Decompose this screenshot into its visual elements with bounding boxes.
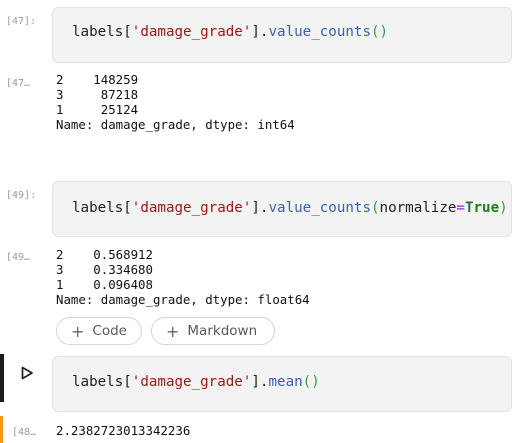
add-code-label: Code (92, 323, 127, 339)
code-string: 'damage_grade' (131, 200, 252, 216)
code-paren: ( (302, 374, 312, 390)
plus-icon: + (71, 321, 85, 341)
code-token: ]. (251, 200, 269, 216)
play-outline-icon[interactable] (20, 366, 34, 380)
output-marker (0, 416, 3, 443)
code-token: labels[ (72, 374, 132, 390)
cell-output: 2 148259 3 87218 1 25124 Name: damage_gr… (56, 72, 295, 132)
code-line[interactable]: labels['damage_grade'].value_counts() (72, 24, 388, 40)
code-method: mean (268, 374, 303, 390)
code-token: ]. (251, 374, 269, 390)
code-line[interactable]: labels['damage_grade'].value_counts(norm… (72, 200, 508, 216)
cell-prompt: [49]: (6, 190, 37, 201)
cell-output: 2 0.568912 3 0.334680 1 0.096408 Name: d… (56, 247, 310, 307)
code-token: labels[ (72, 200, 132, 216)
code-paren: ( (370, 200, 380, 216)
code-method: value_counts (268, 24, 371, 40)
output-prompt: [49… (6, 252, 31, 263)
code-line[interactable]: labels['damage_grade'].mean() (72, 374, 320, 390)
code-paren: ( (370, 24, 380, 40)
code-method: value_counts (268, 200, 371, 216)
add-code-cell-button[interactable]: + Code (56, 317, 142, 345)
plus-icon: + (166, 321, 180, 341)
selected-cell-indicator (0, 354, 4, 402)
code-token: labels[ (72, 24, 132, 40)
output-prompt: [48… (12, 427, 37, 438)
code-paren: ) (311, 374, 320, 390)
cell-prompt: [47]: (6, 16, 37, 27)
code-token: ]. (251, 24, 269, 40)
code-keyword: True (464, 200, 500, 216)
cell-output: 2.2382723013342236 (56, 423, 191, 438)
code-paren: ) (379, 24, 389, 40)
output-prompt: [47… (6, 78, 31, 89)
add-markdown-cell-button[interactable]: + Markdown (151, 317, 275, 345)
notebook: [47]: labels['damage_grade'].value_count… (0, 0, 512, 443)
code-argument: normalize (379, 200, 457, 216)
code-paren: ) (499, 200, 508, 216)
code-operator: = (456, 200, 465, 216)
code-string: 'damage_grade' (131, 374, 252, 390)
code-string: 'damage_grade' (131, 24, 252, 40)
add-markdown-label: Markdown (187, 323, 258, 339)
